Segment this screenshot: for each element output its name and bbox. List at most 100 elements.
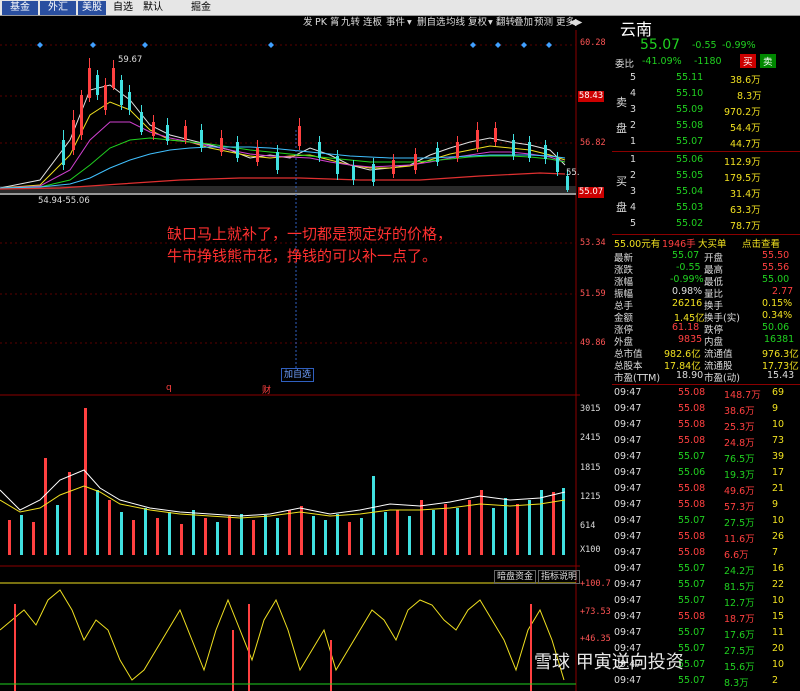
tab-us-stock[interactable]: 美股 [78, 1, 106, 15]
stat-value: 15.43 [767, 370, 795, 381]
tick-volume: 19.3万 [724, 470, 755, 481]
toolbar-jiuzhuan[interactable]: 九转 [341, 16, 360, 30]
annotation-line: 牛市挣钱熊市花，挣钱的可以补一点了。 [167, 247, 438, 265]
order-row: 5 55.02 78.7万 [612, 218, 800, 234]
price-axis-label: 56.82 [580, 138, 606, 148]
tick-price: 55.07 [678, 563, 706, 574]
price-axis-label: 55.07 [578, 187, 604, 198]
tick-time: 09:47 [614, 499, 642, 510]
chevron-down-icon[interactable]: ▾ [407, 16, 412, 30]
big-order-link[interactable]: 点击查看 [742, 236, 780, 250]
tick-volume: 15.6万 [724, 662, 755, 673]
stat-value: 0.34% [762, 310, 793, 321]
tick-row: 09:47 55.08 38.6万 9 [612, 401, 800, 417]
order-volume: 44.7万 [730, 139, 761, 150]
tick-price: 55.08 [678, 547, 706, 558]
tick-time: 09:47 [614, 531, 642, 542]
tick-volume: 27.5万 [724, 646, 755, 657]
order-level: 5 [630, 72, 637, 83]
order-level: 3 [630, 104, 637, 115]
add-watch-button[interactable]: 加自选 [281, 368, 315, 382]
tick-count: 15 [772, 611, 785, 622]
tick-price: 55.08 [678, 387, 706, 398]
indicator-axis-label: +46.35 [580, 634, 611, 644]
stat-value: -0.99% [670, 274, 704, 285]
stat-value: -0.55 [676, 262, 701, 273]
tab-watchlist[interactable]: 自选 [110, 1, 136, 15]
tick-count: 69 [772, 387, 785, 398]
peak-price-label: 59.67 [118, 55, 143, 65]
order-price: 55.10 [676, 88, 704, 99]
kline-chart[interactable] [0, 30, 580, 691]
tick-count: 10 [772, 515, 785, 526]
tick-count: 73 [772, 435, 785, 446]
chevron-down-icon[interactable]: ▾ [488, 16, 493, 30]
gap-range-label: 54.94-55.06 [38, 196, 90, 206]
toolbar-fa[interactable]: 发 [303, 16, 313, 30]
tick-row: 09:47 55.07 12.7万 10 [612, 593, 800, 609]
big-order-label: 大买单 [698, 239, 727, 250]
tick-volume: 18.7万 [724, 614, 755, 625]
next-icon[interactable]: ▶ [575, 16, 582, 30]
tick-volume: 24.8万 [724, 438, 755, 449]
tick-row: 09:47 55.08 11.6万 26 [612, 529, 800, 545]
order-ratio-label: 委比 [615, 59, 635, 70]
buy-button[interactable]: 买 [740, 54, 756, 68]
tick-volume: 25.3万 [724, 422, 755, 433]
stats-table: 最新 55.07 开盘 55.50 涨跌 -0.55 最高 55.56 涨幅 -0.99% 最低… [612, 250, 800, 384]
tick-count: 20 [772, 643, 785, 654]
tick-volume: 57.3万 [724, 502, 755, 513]
stats-row: 涨幅 -0.99% 最低 55.00 [612, 274, 800, 288]
order-row: 3 55.04 31.4万 [612, 186, 800, 202]
toolbar-adjust[interactable]: 复权 [468, 16, 487, 30]
toolbar-forecast[interactable]: 预测 [534, 16, 553, 30]
tick-volume: 49.6万 [724, 486, 755, 497]
tick-row: 09:47 55.06 19.3万 17 [612, 465, 800, 481]
big-order-qty: 1946手 [662, 239, 696, 250]
toolbar-remove-watch[interactable]: 删自选 [417, 16, 446, 30]
stat-value: 50.06 [762, 322, 790, 333]
order-volume: 63.3万 [730, 205, 761, 216]
stat-value: 55.00 [762, 274, 790, 285]
stock-change: -0.55 [692, 40, 717, 51]
toolbar-pk[interactable]: PK [315, 16, 327, 30]
tick-row: 09:47 55.08 49.6万 21 [612, 481, 800, 497]
order-volume: 31.4万 [730, 189, 761, 200]
order-volume: 78.7万 [730, 221, 761, 232]
tick-price: 55.08 [678, 419, 706, 430]
tick-row: 09:47 55.08 25.3万 10 [612, 417, 800, 433]
toolbar-events[interactable]: 事件 [386, 16, 405, 30]
stat-value: 0.15% [762, 298, 793, 309]
tick-price: 55.08 [678, 403, 706, 414]
tab-default[interactable]: 默认 [140, 1, 166, 15]
order-level: 1 [630, 136, 637, 147]
big-order-bar: 55.00元有 1946手 大买单 点击查看 [612, 234, 800, 250]
order-volume: 38.6万 [730, 75, 761, 86]
chart-toolbar: 发 PK 筲 九转 连板 事件 ▾ 删自选 均线 复权 ▾ 翻转 叠加 预测 更… [300, 16, 582, 30]
tick-count: 17 [772, 467, 785, 478]
stat-value: 18.90 [676, 370, 704, 381]
toolbar-lianban[interactable]: 连板 [363, 16, 382, 30]
dark-pool-fund-button[interactable]: 暗盘资金 [494, 570, 537, 584]
sell-orders: 5 55.11 38.6万 4 55.10 8.3万 3 55.09 970.2万 2 55.… [612, 72, 800, 152]
indicator-help-button[interactable]: 指标说明 [538, 570, 581, 584]
tab-dig-gold[interactable]: 掘金 [188, 1, 214, 15]
tab-forex[interactable]: 外汇 [40, 1, 76, 15]
toolbar-ma[interactable]: 均线 [446, 16, 465, 30]
toolbar-shai[interactable]: 筲 [330, 16, 340, 30]
quote-panel: 云南 55.07 -0.55 -0.99% 委比 -41.09% -1180 买… [612, 16, 800, 691]
order-row: 1 55.07 44.7万 [612, 136, 800, 152]
tick-count: 22 [772, 579, 785, 590]
order-price: 55.05 [676, 170, 704, 181]
volume-axis-label: 1815 [580, 463, 601, 473]
ticks-table: 09:47 55.08 148.7万 69 09:47 55.08 38.6万 9 09:47 5… [612, 384, 800, 689]
toolbar-flip[interactable]: 翻转 [496, 16, 515, 30]
tab-fund[interactable]: 基金 [2, 1, 38, 15]
tick-volume: 148.7万 [724, 390, 761, 401]
toolbar-overlay[interactable]: 叠加 [514, 16, 533, 30]
order-price: 55.09 [676, 104, 704, 115]
order-row: 1 55.06 112.9万 [612, 154, 800, 170]
sell-button[interactable]: 卖 [760, 54, 776, 68]
tick-time: 09:47 [614, 387, 642, 398]
tick-price: 55.07 [678, 675, 706, 686]
